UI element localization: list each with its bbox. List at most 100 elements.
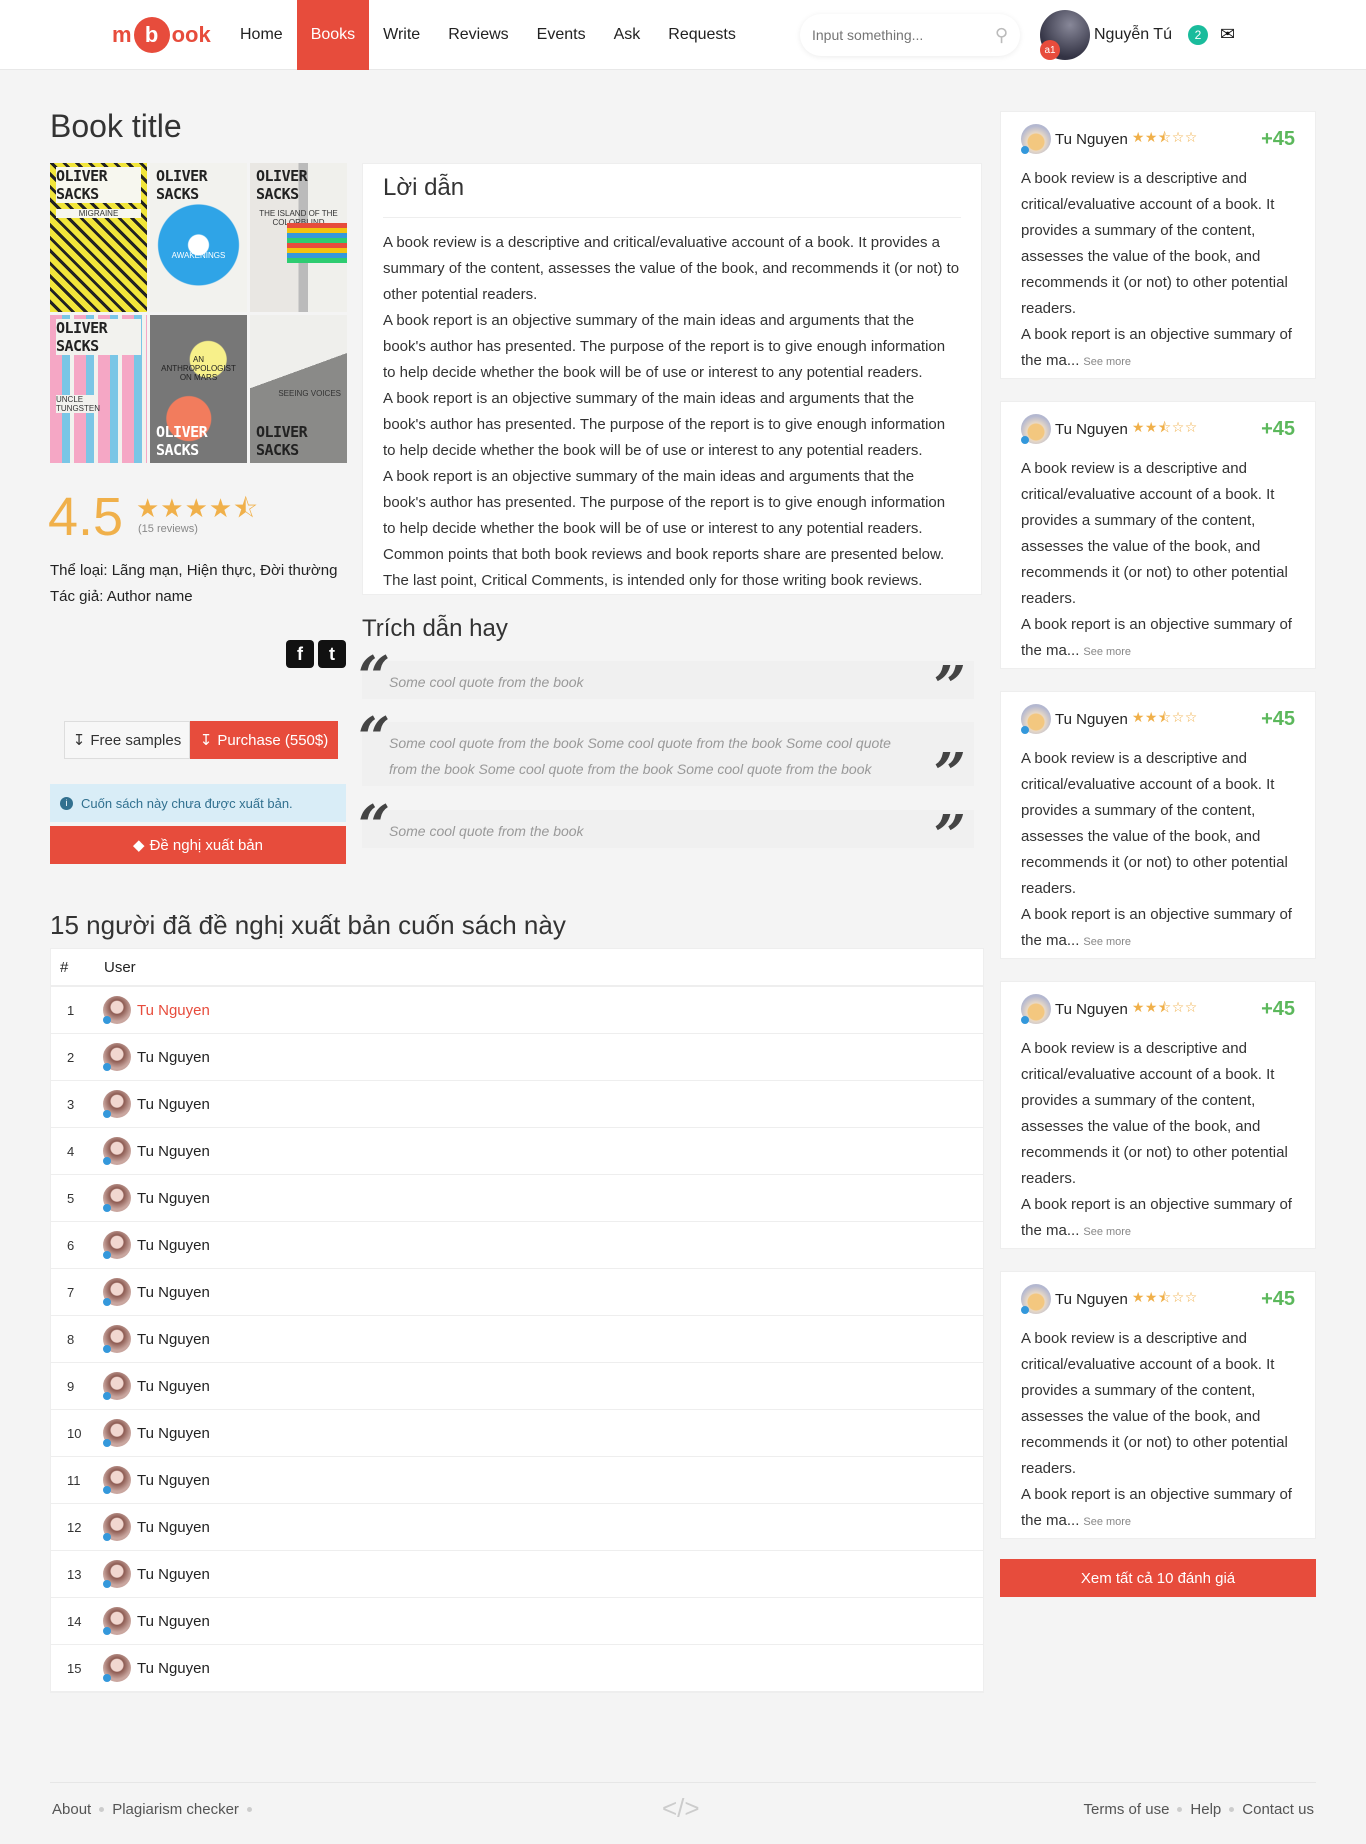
see-all-reviews-button[interactable]: Xem tất cả 10 đánh giá [1000, 1559, 1316, 1597]
avatar[interactable] [103, 1325, 131, 1353]
search-icon[interactable]: ⚲ [995, 25, 1008, 46]
user-link[interactable]: Tu Nguyen [137, 1190, 210, 1207]
avatar[interactable] [103, 1513, 131, 1541]
footer-help-link[interactable]: Help [1190, 1801, 1221, 1818]
avatar[interactable] [1021, 1284, 1051, 1314]
user-link[interactable]: Tu Nguyen [137, 1425, 210, 1442]
table-row: 2 Tu Nguyen [51, 1034, 983, 1081]
row-number: 5 [67, 1190, 75, 1206]
avatar[interactable] [103, 1607, 131, 1635]
see-more-link[interactable]: See more [1083, 936, 1131, 948]
see-more-link[interactable]: See more [1083, 646, 1131, 658]
search-input[interactable] [812, 27, 972, 43]
notification-badge[interactable]: 2 [1188, 25, 1208, 45]
table-row: 3 Tu Nguyen [51, 1081, 983, 1128]
search-box: ⚲ [800, 14, 1020, 56]
facebook-icon[interactable]: f [286, 640, 314, 668]
user-link[interactable]: Tu Nguyen [137, 1143, 210, 1160]
avatar[interactable] [103, 1372, 131, 1400]
cover-image: OLIVER SACKS THE ISLAND OF THE COLORBLIN… [250, 163, 347, 312]
inbox-icon[interactable]: ✉ [1220, 24, 1235, 45]
reviews-count: (15 reviews) [138, 523, 198, 535]
reviewer-name[interactable]: Tu Nguyen [1055, 1291, 1128, 1308]
book-covers: OLIVER SACKS MIGRAINE OLIVER SACKS AWAKE… [50, 163, 347, 463]
user-menu[interactable]: a1 Nguyễn Tú [1040, 10, 1172, 60]
footer-terms-link[interactable]: Terms of use [1084, 1801, 1170, 1818]
user-name: Nguyễn Tú [1094, 26, 1172, 43]
twitter-icon[interactable]: t [318, 640, 346, 668]
quote-item: “ Some cool quote from the book ” [358, 798, 974, 864]
review-card: Tu Nguyen ★★⯪☆☆ +45 A book review is a desc… [1000, 981, 1316, 1249]
suggesters-title: 15 người đã đề nghị xuất bản cuốn sách n… [50, 910, 566, 940]
avatar[interactable] [103, 1278, 131, 1306]
avatar[interactable] [103, 1419, 131, 1447]
user-link[interactable]: Tu Nguyen [137, 1660, 210, 1677]
avatar[interactable] [103, 1184, 131, 1212]
avatar[interactable] [1021, 414, 1051, 444]
purchase-button[interactable]: ↧ Purchase (550$) [190, 721, 338, 759]
avatar[interactable] [1021, 994, 1051, 1024]
user-link[interactable]: Tu Nguyen [137, 1049, 210, 1066]
review-text: A book review is a descriptive and criti… [1021, 750, 1292, 949]
rating-value: 4.5 [48, 487, 124, 547]
not-published-alert: i Cuốn sách này chưa được xuất bản. [50, 784, 346, 822]
see-more-link[interactable]: See more [1083, 356, 1131, 368]
cover-image: AN ANTHROPOLOGIST ON MARS OLIVER SACKS [150, 315, 247, 464]
footer-about-link[interactable]: About [52, 1801, 91, 1818]
quote-open-icon: “ [358, 644, 391, 710]
quote-close-icon: ” [933, 741, 966, 807]
table-row: 1 Tu Nguyen [51, 987, 983, 1034]
avatar[interactable] [103, 1137, 131, 1165]
user-link[interactable]: Tu Nguyen [137, 1378, 210, 1395]
user-link[interactable]: Tu Nguyen [137, 1096, 210, 1113]
reviewer-name[interactable]: Tu Nguyen [1055, 421, 1128, 438]
avatar[interactable] [1021, 704, 1051, 734]
review-card: Tu Nguyen ★★⯪☆☆ +45 A book review is a desc… [1000, 111, 1316, 379]
logo[interactable]: m b ook [112, 14, 211, 56]
suggest-publish-button[interactable]: ◆ Đề nghị xuất bản [50, 826, 346, 864]
avatar[interactable] [1021, 124, 1051, 154]
nav-write[interactable]: Write [369, 0, 434, 70]
review-card: Tu Nguyen ★★⯪☆☆ +45 A book review is a desc… [1000, 1271, 1316, 1539]
nav-events[interactable]: Events [523, 0, 600, 70]
user-link[interactable]: Tu Nguyen [137, 1237, 210, 1254]
avatar[interactable] [103, 996, 131, 1024]
user-link[interactable]: Tu Nguyen [137, 1566, 210, 1583]
avatar[interactable] [103, 1654, 131, 1682]
see-more-link[interactable]: See more [1083, 1226, 1131, 1238]
row-number: 14 [67, 1613, 82, 1629]
main-nav: Home Books Write Reviews Events Ask Requ… [226, 0, 750, 70]
user-link[interactable]: Tu Nguyen [137, 1472, 210, 1489]
review-text: A book review is a descriptive and criti… [1021, 1330, 1292, 1529]
avatar[interactable] [103, 1090, 131, 1118]
review-score: +45 [1261, 127, 1295, 150]
avatar[interactable] [103, 1231, 131, 1259]
nav-ask[interactable]: Ask [600, 0, 655, 70]
footer-plagiarism-link[interactable]: Plagiarism checker [112, 1801, 239, 1818]
nav-reviews[interactable]: Reviews [434, 0, 522, 70]
nav-requests[interactable]: Requests [654, 0, 750, 70]
row-number: 1 [67, 1002, 75, 1018]
author: Tác giả: Author name [50, 588, 193, 605]
user-link[interactable]: Tu Nguyen [137, 1002, 210, 1019]
user-link[interactable]: Tu Nguyen [137, 1331, 210, 1348]
user-link[interactable]: Tu Nguyen [137, 1613, 210, 1630]
review-card: Tu Nguyen ★★⯪☆☆ +45 A book review is a desc… [1000, 691, 1316, 959]
avatar[interactable] [103, 1466, 131, 1494]
reviewer-name[interactable]: Tu Nguyen [1055, 1001, 1128, 1018]
review-stars: ★★⯪☆☆ [1131, 1289, 1198, 1305]
nav-books[interactable]: Books [296, 0, 370, 70]
see-more-link[interactable]: See more [1083, 1516, 1131, 1528]
footer-contact-link[interactable]: Contact us [1242, 1801, 1314, 1818]
nav-home[interactable]: Home [226, 0, 297, 70]
reviewer-name[interactable]: Tu Nguyen [1055, 131, 1128, 148]
row-number: 10 [67, 1425, 82, 1441]
table-row: 6 Tu Nguyen [51, 1222, 983, 1269]
free-samples-button[interactable]: ↧ Free samples [64, 721, 190, 759]
avatar[interactable] [103, 1043, 131, 1071]
download-icon: ↧ [199, 732, 213, 749]
user-link[interactable]: Tu Nguyen [137, 1519, 210, 1536]
avatar[interactable] [103, 1560, 131, 1588]
reviewer-name[interactable]: Tu Nguyen [1055, 711, 1128, 728]
user-link[interactable]: Tu Nguyen [137, 1284, 210, 1301]
